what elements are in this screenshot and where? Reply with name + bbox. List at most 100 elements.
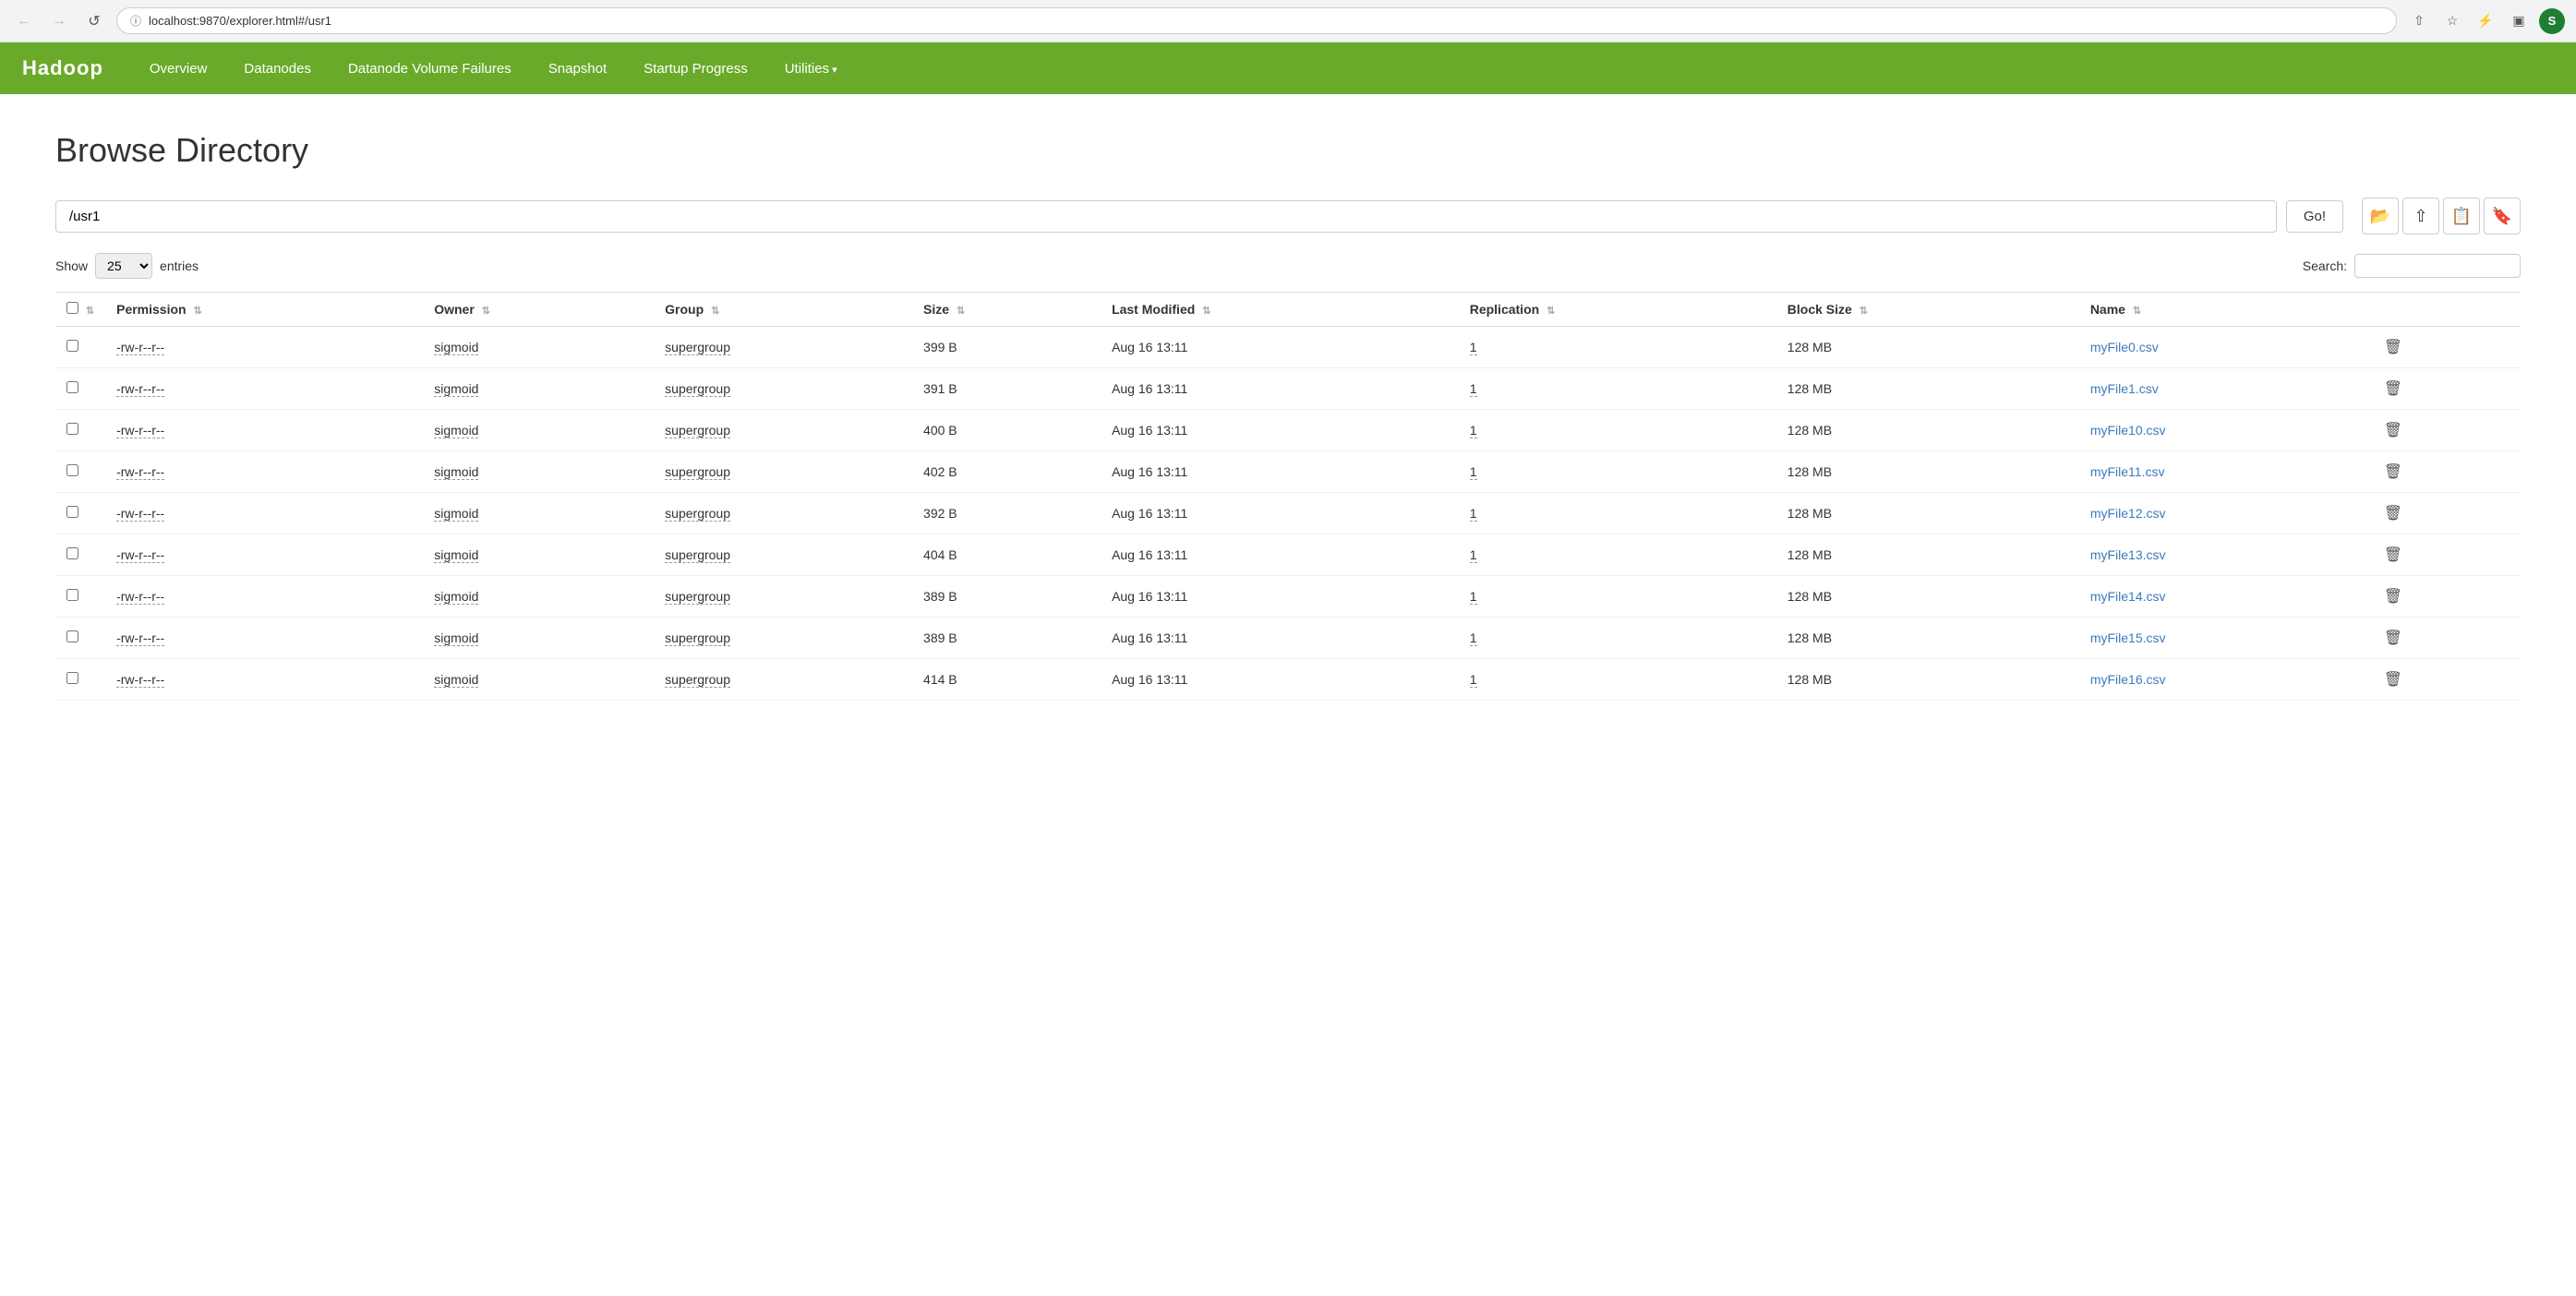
cell-replication: 1 xyxy=(1459,410,1776,451)
replication-link[interactable]: 1 xyxy=(1470,547,1477,563)
profile-button[interactable]: S xyxy=(2539,8,2565,34)
nav-link-datanodes[interactable]: Datanodes xyxy=(225,44,330,93)
file-link[interactable]: myFile1.csv xyxy=(2090,381,2159,396)
cell-last-modified: Aug 16 13:11 xyxy=(1101,451,1459,493)
delete-button[interactable]: 🗑 xyxy=(2378,668,2408,690)
nav-item-datanodes[interactable]: Datanodes xyxy=(225,44,330,93)
file-link[interactable]: myFile16.csv xyxy=(2090,672,2166,687)
go-button[interactable]: Go! xyxy=(2286,200,2343,233)
row-checkbox-4[interactable] xyxy=(66,506,78,518)
back-button[interactable]: ← xyxy=(11,8,37,34)
window-button[interactable]: ▣ xyxy=(2506,8,2532,34)
row-checkbox-cell xyxy=(55,410,105,451)
cell-replication: 1 xyxy=(1459,327,1776,368)
row-checkbox-0[interactable] xyxy=(66,340,78,352)
row-checkbox-6[interactable] xyxy=(66,589,78,601)
table-row: -rw-r--r-- sigmoid supergroup 414 B Aug … xyxy=(55,659,2521,701)
cell-delete: 🗑 xyxy=(2367,451,2521,493)
th-last-modified[interactable]: Last Modified ⇅ xyxy=(1101,293,1459,327)
url-text: localhost:9870/explorer.html#/usr1 xyxy=(149,14,2383,28)
cell-name: myFile14.csv xyxy=(2079,576,2367,618)
nav-item-startup-progress[interactable]: Startup Progress xyxy=(625,44,766,93)
nav-link-volume-failures[interactable]: Datanode Volume Failures xyxy=(330,44,530,93)
cell-permission: -rw-r--r-- xyxy=(105,493,423,534)
replication-link[interactable]: 1 xyxy=(1470,464,1477,480)
replication-link[interactable]: 1 xyxy=(1470,630,1477,646)
cell-delete: 🗑 xyxy=(2367,618,2521,659)
cell-name: myFile12.csv xyxy=(2079,493,2367,534)
nav-link-utilities[interactable]: Utilities xyxy=(766,44,856,93)
row-checkbox-1[interactable] xyxy=(66,381,78,393)
th-select-all: ⇅ xyxy=(55,293,105,327)
nav-item-utilities[interactable]: Utilities xyxy=(766,44,856,93)
nav-link-overview[interactable]: Overview xyxy=(131,44,226,93)
cell-owner: sigmoid xyxy=(423,327,654,368)
row-checkbox-3[interactable] xyxy=(66,464,78,476)
search-input[interactable] xyxy=(2354,254,2521,278)
file-link[interactable]: myFile11.csv xyxy=(2090,464,2165,479)
delete-button[interactable]: 🗑 xyxy=(2378,419,2408,441)
bookmark-button[interactable]: ☆ xyxy=(2439,8,2465,34)
cell-block-size: 128 MB xyxy=(1776,493,2079,534)
file-link[interactable]: myFile13.csv xyxy=(2090,547,2166,562)
nav-link-snapshot[interactable]: Snapshot xyxy=(530,44,625,93)
replication-link[interactable]: 1 xyxy=(1470,506,1477,522)
cell-last-modified: Aug 16 13:11 xyxy=(1101,659,1459,701)
delete-button[interactable]: 🗑 xyxy=(2378,585,2408,607)
forward-button[interactable]: → xyxy=(46,8,72,34)
share-button[interactable]: ⇧ xyxy=(2406,8,2432,34)
row-checkbox-8[interactable] xyxy=(66,672,78,684)
th-permission[interactable]: Permission ⇅ xyxy=(105,293,423,327)
document-button[interactable]: 📋 xyxy=(2443,198,2480,234)
row-checkbox-7[interactable] xyxy=(66,630,78,642)
th-block-size[interactable]: Block Size ⇅ xyxy=(1776,293,2079,327)
extension-button[interactable]: ⚡ xyxy=(2473,8,2498,34)
delete-button[interactable]: 🗑 xyxy=(2378,627,2408,649)
cell-block-size: 128 MB xyxy=(1776,534,2079,576)
cell-size: 414 B xyxy=(912,659,1101,701)
th-name[interactable]: Name ⇅ xyxy=(2079,293,2367,327)
delete-button[interactable]: 🗑 xyxy=(2378,336,2408,358)
delete-button[interactable]: 🗑 xyxy=(2378,461,2408,483)
file-link[interactable]: myFile10.csv xyxy=(2090,423,2166,438)
th-size[interactable]: Size ⇅ xyxy=(912,293,1101,327)
cell-delete: 🗑 xyxy=(2367,327,2521,368)
entries-select[interactable]: 10 25 50 100 xyxy=(95,253,152,279)
cell-last-modified: Aug 16 13:11 xyxy=(1101,327,1459,368)
row-checkbox-cell xyxy=(55,618,105,659)
th-group[interactable]: Group ⇅ xyxy=(654,293,912,327)
nav-item-volume-failures[interactable]: Datanode Volume Failures xyxy=(330,44,530,93)
delete-button[interactable]: 🗑 xyxy=(2378,378,2408,400)
replication-link[interactable]: 1 xyxy=(1470,340,1477,355)
file-link[interactable]: myFile12.csv xyxy=(2090,506,2166,521)
cell-group: supergroup xyxy=(654,368,912,410)
row-checkbox-2[interactable] xyxy=(66,423,78,435)
select-all-checkbox[interactable] xyxy=(66,302,78,314)
th-replication[interactable]: Replication ⇅ xyxy=(1459,293,1776,327)
cell-last-modified: Aug 16 13:11 xyxy=(1101,534,1459,576)
row-checkbox-5[interactable] xyxy=(66,547,78,559)
replication-link[interactable]: 1 xyxy=(1470,423,1477,438)
cell-group: supergroup xyxy=(654,493,912,534)
delete-button[interactable]: 🗑 xyxy=(2378,502,2408,524)
nav-link-startup-progress[interactable]: Startup Progress xyxy=(625,44,766,93)
nav-item-snapshot[interactable]: Snapshot xyxy=(530,44,625,93)
sort-icon-select: ⇅ xyxy=(86,306,94,317)
replication-link[interactable]: 1 xyxy=(1470,589,1477,605)
file-link[interactable]: myFile0.csv xyxy=(2090,340,2159,354)
file-link[interactable]: myFile14.csv xyxy=(2090,589,2166,604)
reload-button[interactable]: ↺ xyxy=(81,8,107,34)
directory-input[interactable] xyxy=(55,200,2277,233)
replication-link[interactable]: 1 xyxy=(1470,672,1477,688)
th-actions xyxy=(2367,293,2521,327)
delete-button[interactable]: 🗑 xyxy=(2378,544,2408,566)
tag-button[interactable]: 🔖 xyxy=(2484,198,2521,234)
th-owner[interactable]: Owner ⇅ xyxy=(423,293,654,327)
file-link[interactable]: myFile15.csv xyxy=(2090,630,2166,645)
replication-link[interactable]: 1 xyxy=(1470,381,1477,397)
upload-button[interactable]: ⇧ xyxy=(2402,198,2439,234)
cell-owner: sigmoid xyxy=(423,493,654,534)
folder-button[interactable]: 📂 xyxy=(2362,198,2399,234)
cell-replication: 1 xyxy=(1459,618,1776,659)
nav-item-overview[interactable]: Overview xyxy=(131,44,226,93)
